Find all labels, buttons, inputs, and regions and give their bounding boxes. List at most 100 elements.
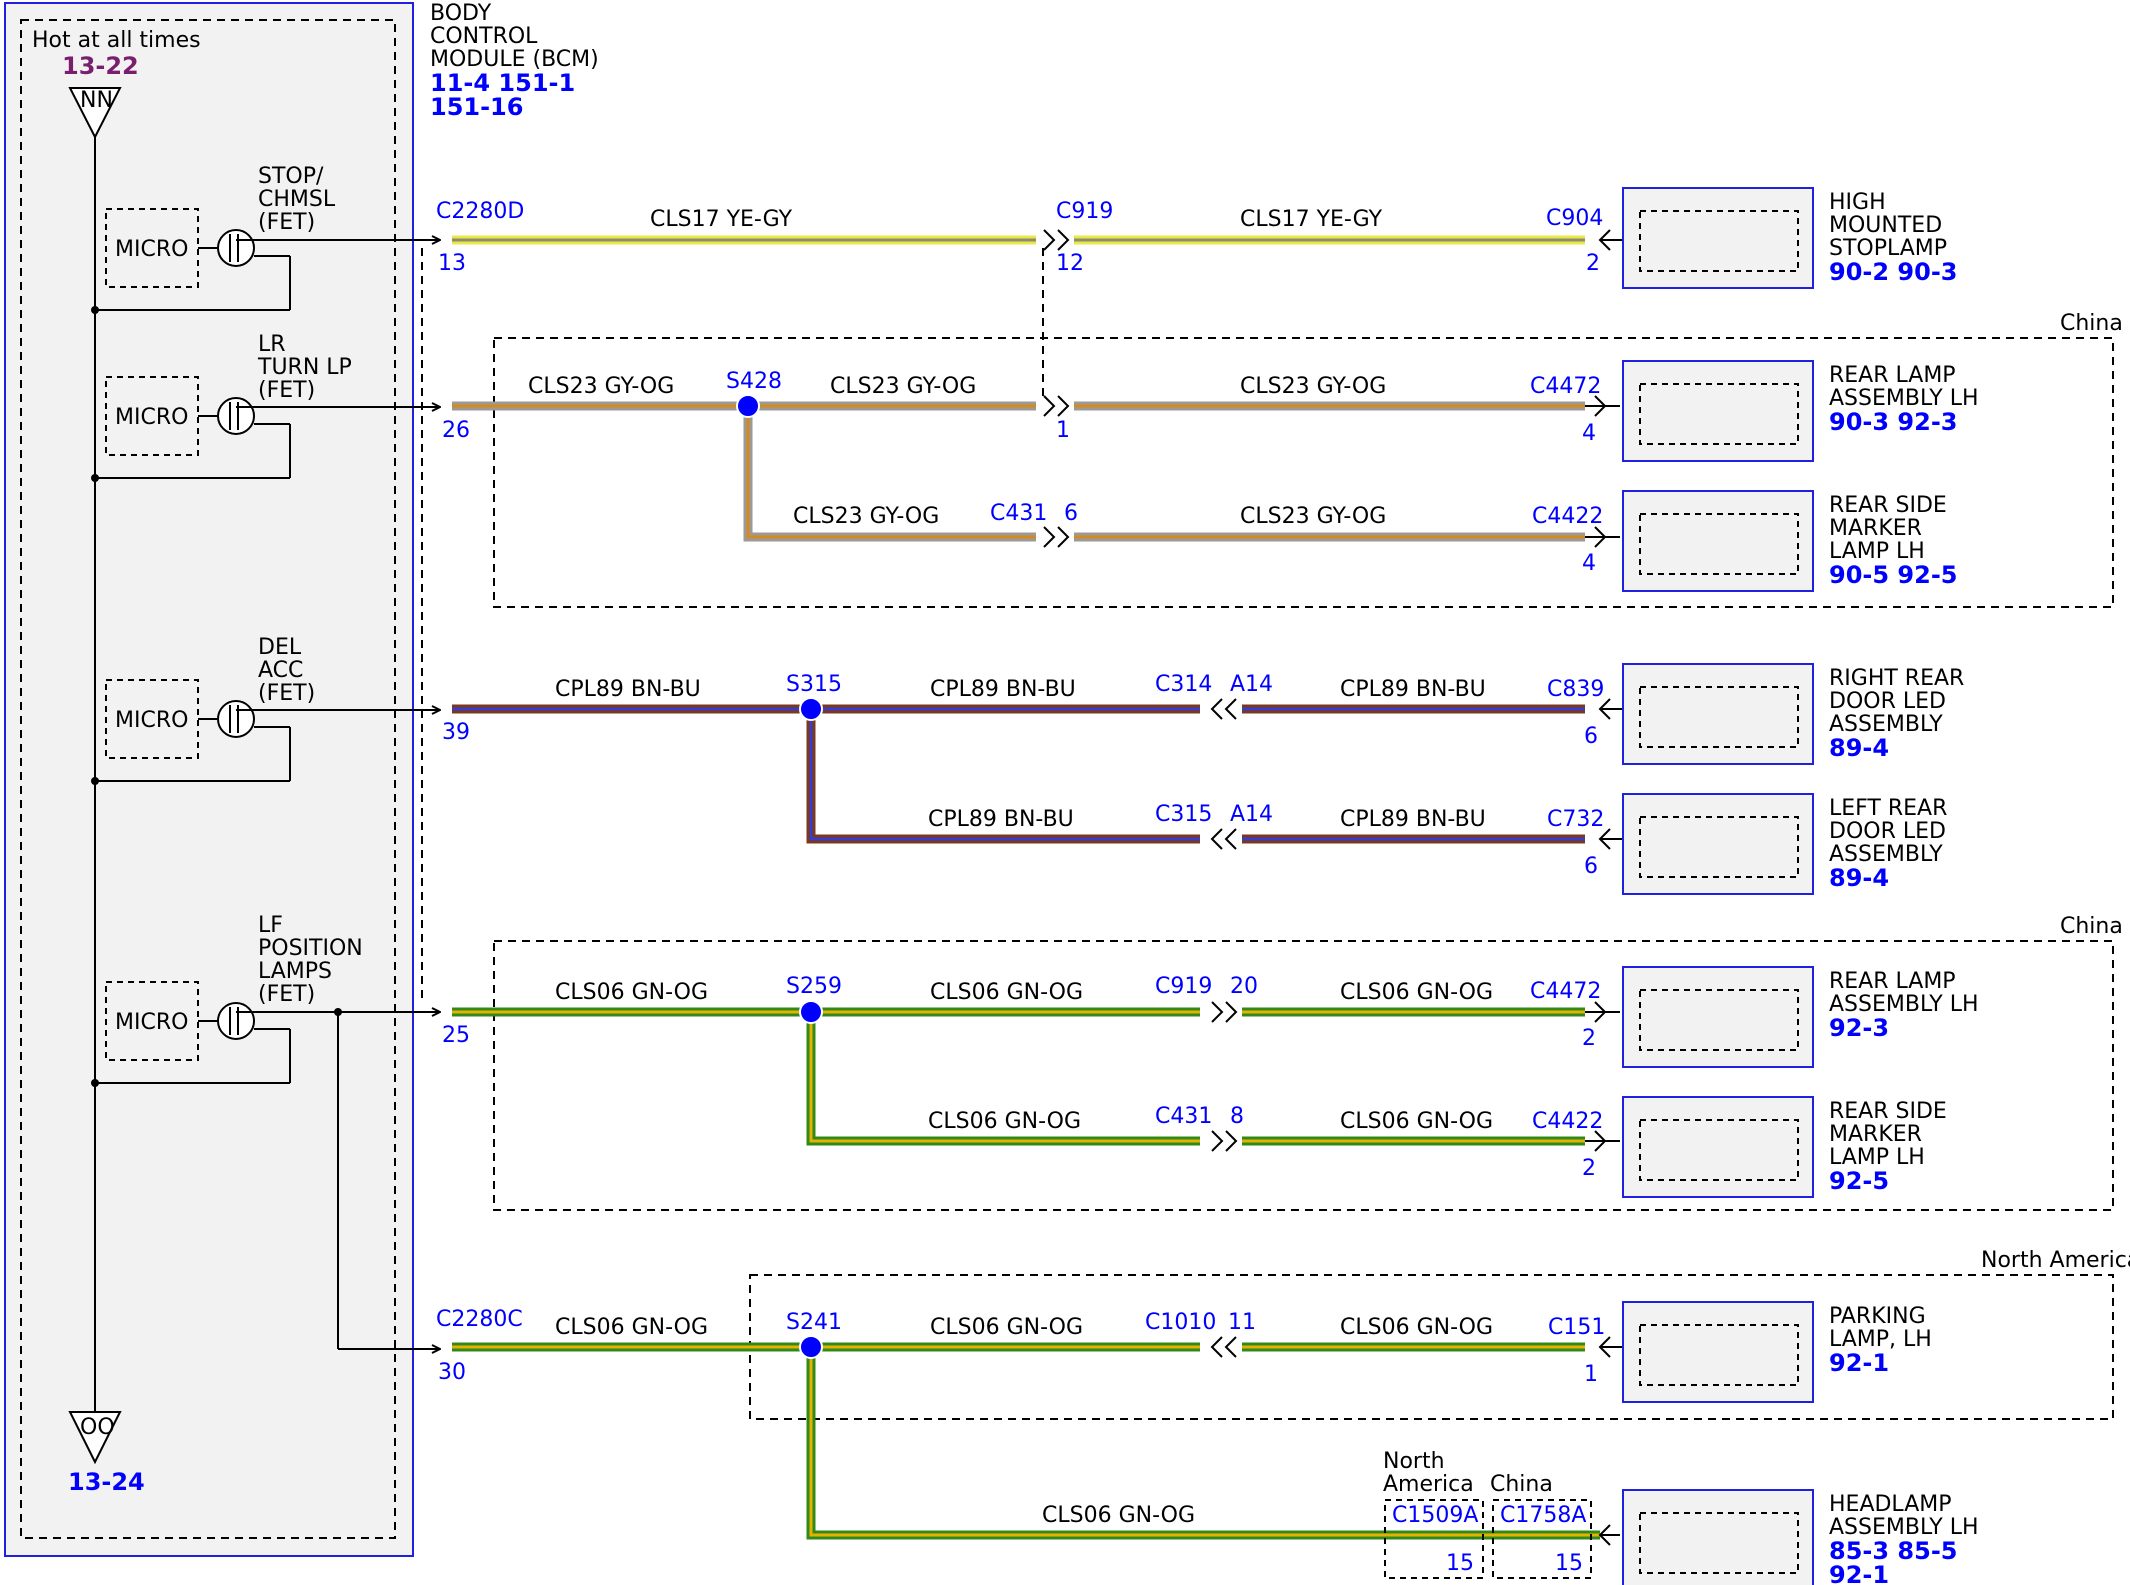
connector-c1010[interactable]: C1010 [1145, 1310, 1216, 1335]
component-headlamp-assembly-lh[interactable]: HEADLAMPASSEMBLY LH85-3 85-592-1 [1622, 1489, 1979, 1585]
pin-number: 4 [1582, 421, 1596, 446]
circuit-label: CLS06 GN-OG [555, 980, 708, 1005]
connector-region-label: America [1383, 1472, 1474, 1497]
pin-number: 15 [1555, 1551, 1583, 1576]
connector-c839[interactable]: C839 [1547, 677, 1604, 702]
output-label: (FET) [258, 210, 315, 235]
fet-symbol [217, 229, 255, 267]
output-label: CHMSL [258, 187, 336, 212]
component-rear-lamp-assembly-lh[interactable]: REAR LAMPASSEMBLY LH92-3 [1622, 966, 1979, 1068]
fet-symbol [217, 397, 255, 435]
component-name-line: MARKER [1829, 1122, 1922, 1147]
micro-label: MICRO [115, 405, 188, 430]
component-ref-link[interactable]: 92-1 [1829, 1349, 1889, 1377]
circuit-label: CLS23 GY-OG [1240, 504, 1386, 529]
splice-s241 [799, 1335, 823, 1359]
connector-c4472[interactable]: C4472 [1530, 374, 1601, 399]
bcm-title: BODY CONTROL MODULE (BCM) 11-4 151-1 151… [430, 1, 599, 121]
fet-symbol [217, 1002, 255, 1040]
top-ref-link[interactable]: 13-22 [62, 52, 139, 80]
circuit-label: CLS17 YE-GY [1240, 207, 1383, 232]
pin-number: 2 [1582, 1156, 1596, 1181]
connector-c1758a[interactable]: C1758A [1500, 1503, 1586, 1528]
component-left-rear-door-led-assembly[interactable]: LEFT REARDOOR LEDASSEMBLY89-4 [1622, 793, 1947, 895]
connector-c314[interactable]: C314 [1155, 672, 1212, 697]
bcm-title-line: BODY [430, 1, 492, 26]
bcm-ref-link[interactable]: 151-16 [430, 93, 523, 121]
bottom-node-label: OO [80, 1415, 115, 1440]
connector-c919[interactable]: C919 [1155, 974, 1212, 999]
output-label: STOP/ [258, 164, 324, 189]
component-ref-link[interactable]: 90-2 90-3 [1829, 258, 1957, 286]
component-name-line: RIGHT REAR [1829, 666, 1964, 691]
connector-region-label: North [1383, 1449, 1445, 1474]
connector-c732[interactable]: C732 [1547, 807, 1604, 832]
region-label: China [2060, 914, 2123, 939]
components-layer: HIGHMOUNTEDSTOPLAMP90-2 90-3 REAR LAMPASS… [1622, 187, 1979, 1585]
pin-number: 39 [442, 720, 470, 745]
component-name-line: REAR SIDE [1829, 493, 1947, 518]
region-label: North America [1981, 1248, 2130, 1273]
connector-c4472[interactable]: C4472 [1530, 979, 1601, 1004]
connector-c4422[interactable]: C4422 [1532, 504, 1603, 529]
output-label: POSITION [258, 936, 363, 961]
component-ref-link[interactable]: 90-5 92-5 [1829, 561, 1957, 589]
pin-number: 8 [1230, 1104, 1244, 1129]
circuit-label: CLS06 GN-OG [930, 1315, 1083, 1340]
circuit-label: CPL89 BN-BU [1340, 807, 1486, 832]
splice-s315 [799, 697, 823, 721]
connector-c904[interactable]: C904 [1546, 206, 1603, 231]
connector-c315[interactable]: C315 [1155, 802, 1212, 827]
connector-c919[interactable]: C919 [1056, 199, 1113, 224]
circuit-label: CLS17 YE-GY [650, 207, 793, 232]
circuit-label: CPL89 BN-BU [555, 677, 701, 702]
region-label: China [2060, 311, 2123, 336]
pin-number: A14 [1230, 672, 1273, 697]
splice-label-s241: S241 [786, 1310, 842, 1335]
connector-c151[interactable]: C151 [1548, 1315, 1605, 1340]
fet-symbol [217, 700, 255, 738]
pin-number: 1 [1056, 418, 1070, 443]
wire-gn-og [806, 1347, 1600, 1540]
component-ref-link[interactable]: 92-1 [1829, 1561, 1889, 1585]
circuit-label: CLS06 GN-OG [1340, 1109, 1493, 1134]
bottom-ref-link[interactable]: 13-24 [68, 1468, 145, 1496]
output-label: (FET) [258, 982, 315, 1007]
pin-number: 6 [1584, 854, 1598, 879]
micro-label: MICRO [115, 237, 188, 262]
connector-c2280c[interactable]: C2280C [436, 1307, 523, 1332]
output-label: (FET) [258, 378, 315, 403]
pin-number: 2 [1582, 1026, 1596, 1051]
component-name-line: PARKING [1829, 1304, 1926, 1329]
pin-number: 15 [1446, 1551, 1474, 1576]
circuit-label: CLS06 GN-OG [930, 980, 1083, 1005]
component-ref-link[interactable]: 90-3 92-3 [1829, 408, 1957, 436]
connector-c431[interactable]: C431 [1155, 1104, 1212, 1129]
component-ref-link[interactable]: 92-5 [1829, 1167, 1889, 1195]
component-parking-lamp-lh[interactable]: PARKINGLAMP, LH92-1 [1622, 1301, 1932, 1403]
connector-c4422[interactable]: C4422 [1532, 1109, 1603, 1134]
component-ref-link[interactable]: 89-4 [1829, 734, 1889, 762]
component-name-line: REAR LAMP [1829, 363, 1956, 388]
circuit-label: CLS06 GN-OG [1340, 1315, 1493, 1340]
splice-label-s428: S428 [726, 369, 782, 394]
connector-c1509a[interactable]: C1509A [1392, 1503, 1478, 1528]
component-high-mounted-stoplamp[interactable]: HIGHMOUNTEDSTOPLAMP90-2 90-3 [1622, 187, 1957, 289]
component-rear-side-marker-lamp-lh[interactable]: REAR SIDEMARKERLAMP LH92-5 [1622, 1096, 1947, 1198]
component-rear-side-marker-lamp-lh[interactable]: REAR SIDEMARKERLAMP LH90-5 92-5 [1622, 490, 1957, 592]
circuit-label: CLS23 GY-OG [793, 504, 939, 529]
connector-c2280d[interactable]: C2280D [436, 199, 524, 224]
pin-number: 13 [438, 251, 466, 276]
component-rear-lamp-assembly-lh[interactable]: REAR LAMPASSEMBLY LH90-3 92-3 [1622, 360, 1979, 462]
pin-number: 20 [1230, 974, 1258, 999]
component-name-line: DOOR LED [1829, 689, 1946, 714]
connector-c431[interactable]: C431 [990, 501, 1047, 526]
component-ref-link[interactable]: 92-3 [1829, 1014, 1889, 1042]
component-name-line: REAR SIDE [1829, 1099, 1947, 1124]
circuit-label: CLS23 GY-OG [830, 374, 976, 399]
component-ref-link[interactable]: 89-4 [1829, 864, 1889, 892]
circuit-label: CPL89 BN-BU [1340, 677, 1486, 702]
wiring-diagram: Hot at all times 13-22 NN OO 13-24 BODY … [4, 1, 2130, 1585]
component-right-rear-door-led-assembly[interactable]: RIGHT REARDOOR LEDASSEMBLY89-4 [1622, 663, 1964, 765]
output-label: LAMPS [258, 959, 332, 984]
